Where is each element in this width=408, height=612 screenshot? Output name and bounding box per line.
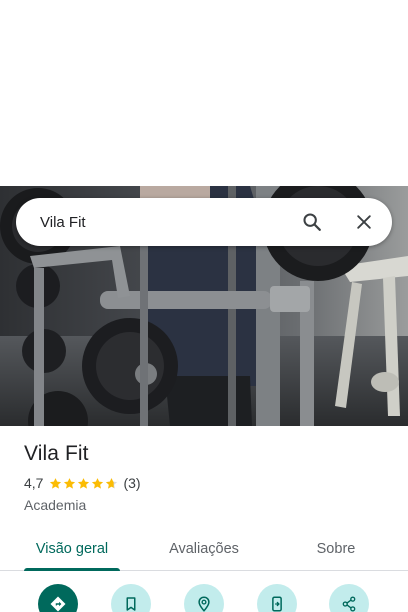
tab-bar: Visão geral Avaliações Sobre (0, 528, 408, 571)
tab-overview[interactable]: Visão geral (24, 528, 120, 571)
rating-value: 4,7 (24, 475, 44, 491)
tab-about[interactable]: Sobre (306, 528, 366, 570)
top-blank-area (0, 0, 408, 186)
search-icon (303, 213, 321, 231)
close-icon (357, 215, 371, 229)
search-button[interactable] (292, 202, 332, 242)
send-to-phone-icon (272, 596, 282, 612)
rating-stars (49, 477, 118, 490)
directions-button[interactable] (38, 584, 78, 612)
place-info: Vila Fit 4,7 (3) Academia (24, 442, 384, 513)
tab-reviews-label: Avaliações (169, 541, 239, 557)
close-button[interactable] (344, 202, 384, 242)
bookmark-icon (126, 597, 136, 611)
star-full-icon (78, 477, 90, 489)
tab-overview-label: Visão geral (35, 541, 109, 557)
search-input[interactable]: Vila Fit (40, 214, 292, 231)
place-category: Academia (24, 497, 87, 513)
tab-about-label: Sobre (316, 541, 356, 557)
save-button[interactable] (111, 584, 151, 612)
place-title: Vila Fit (24, 442, 89, 465)
tab-active-indicator (24, 568, 120, 571)
star-full-icon (50, 477, 62, 489)
share-button[interactable] (329, 584, 369, 612)
tab-reviews[interactable]: Avaliações (160, 528, 248, 570)
search-bar[interactable]: Vila Fit (16, 198, 392, 246)
nearby-icon (198, 596, 210, 612)
review-count: (3) (123, 475, 141, 491)
nearby-button[interactable] (184, 584, 224, 612)
share-icon (342, 596, 356, 612)
star-full-icon (64, 477, 76, 489)
star-full-icon (92, 477, 104, 489)
rating-row[interactable]: 4,7 (3) (24, 474, 384, 492)
send-to-phone-button[interactable] (257, 584, 297, 612)
directions-icon (50, 596, 66, 612)
action-buttons (0, 584, 408, 612)
star-half-icon (106, 477, 118, 489)
